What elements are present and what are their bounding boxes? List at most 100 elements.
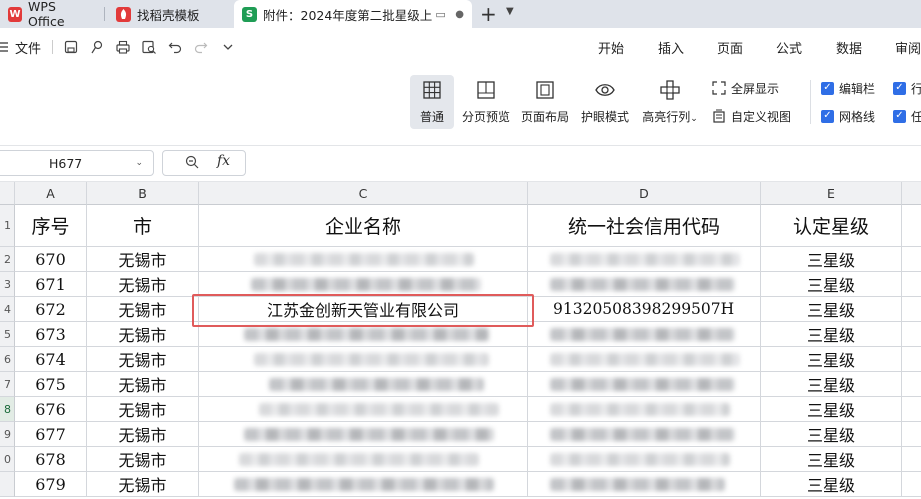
cell-level[interactable]: 三星级 xyxy=(761,347,902,372)
row-header[interactable]: 6 xyxy=(0,347,15,372)
chevron-down-icon[interactable]: ⌄ xyxy=(135,158,143,168)
cell-level[interactable]: 三星级 xyxy=(761,272,902,297)
ribbon-tab-data[interactable]: 数据 xyxy=(836,28,862,66)
cell-city[interactable]: 无锡市 xyxy=(87,272,199,297)
cell-city[interactable]: 无锡市 xyxy=(87,447,199,472)
cell-credit-code[interactable] xyxy=(528,447,761,472)
cell-level[interactable]: 三星级 xyxy=(761,422,902,447)
cell-company[interactable]: 江苏金创新天管业有限公司 xyxy=(199,297,528,322)
header-cell-city[interactable]: 市 xyxy=(87,205,199,247)
highlight-row-column-button[interactable]: 高亮行列⌄ xyxy=(638,75,702,129)
cell-seq[interactable]: 676 xyxy=(15,397,87,422)
row-header[interactable]: 3 xyxy=(0,272,15,297)
empty-cell[interactable] xyxy=(902,397,921,422)
cell-company[interactable] xyxy=(199,372,528,397)
unsaved-dot-icon[interactable]: ● xyxy=(455,9,464,20)
spreadsheet-grid[interactable]: A B C D E 1 序号市企业名称 统一社会信用代码 认定星级 2 670 无锡市 三星级… xyxy=(0,182,921,499)
cell-credit-code[interactable] xyxy=(528,372,761,397)
cell-credit-code[interactable] xyxy=(528,472,761,497)
cell-level[interactable]: 三星级 xyxy=(761,322,902,347)
cell-city[interactable]: 无锡市 xyxy=(87,472,199,497)
cell-seq[interactable]: 678 xyxy=(15,447,87,472)
file-menu[interactable]: 文件 xyxy=(15,28,41,66)
cell-company[interactable] xyxy=(199,322,528,347)
cell-city[interactable]: 无锡市 xyxy=(87,397,199,422)
column-header-f[interactable] xyxy=(902,182,921,205)
cell-company[interactable] xyxy=(199,247,528,272)
select-all-corner[interactable] xyxy=(0,182,15,205)
row-header[interactable]: 0 xyxy=(0,447,15,472)
column-header-a[interactable]: A xyxy=(15,182,87,205)
empty-cell[interactable] xyxy=(902,472,921,497)
cell-company[interactable] xyxy=(199,472,528,497)
cell-seq[interactable]: 670 xyxy=(15,247,87,272)
cell-credit-code[interactable] xyxy=(528,247,761,272)
empty-cell[interactable] xyxy=(902,372,921,397)
cell-credit-code[interactable] xyxy=(528,422,761,447)
save-icon[interactable] xyxy=(63,39,79,55)
empty-cell[interactable] xyxy=(902,322,921,347)
header-cell-seq[interactable]: 序号 xyxy=(15,205,87,247)
row-header[interactable]: 4 xyxy=(0,297,15,322)
cell-company[interactable] xyxy=(199,347,528,372)
cell-credit-code[interactable]: 91320508398299507H xyxy=(528,297,761,322)
eye-protection-button[interactable]: 护眼模式 xyxy=(578,75,632,129)
header-cell-credit-code[interactable]: 统一社会信用代码 xyxy=(528,205,761,247)
cell-company[interactable] xyxy=(199,422,528,447)
zoom-search-icon[interactable] xyxy=(185,155,199,173)
cell-seq[interactable]: 672 xyxy=(15,297,87,322)
cell-credit-code[interactable] xyxy=(528,397,761,422)
empty-cell[interactable] xyxy=(902,447,921,472)
cell-level[interactable]: 三星级 xyxy=(761,447,902,472)
chevron-down-icon[interactable]: ▼ xyxy=(506,6,514,17)
task-pane-checkbox[interactable]: ✓ 任 xyxy=(893,107,921,125)
row-column-header-checkbox[interactable]: ✓ 行 xyxy=(893,79,921,97)
cell-seq[interactable]: 673 xyxy=(15,322,87,347)
row-header[interactable]: 1 xyxy=(0,205,15,247)
normal-view-button[interactable]: 普通 xyxy=(410,75,454,129)
ribbon-tab-home[interactable]: 开始 xyxy=(598,28,624,66)
cell-credit-code[interactable] xyxy=(528,272,761,297)
cell-city[interactable]: 无锡市 xyxy=(87,297,199,322)
share-icon[interactable] xyxy=(89,39,105,55)
empty-cell[interactable] xyxy=(902,272,921,297)
header-cell-level[interactable]: 认定星级 xyxy=(761,205,902,247)
empty-cell[interactable] xyxy=(902,347,921,372)
header-cell-company[interactable]: 企业名称 xyxy=(199,205,528,247)
gridlines-checkbox[interactable]: ✓ 网格线 xyxy=(821,107,875,125)
empty-cell[interactable] xyxy=(902,422,921,447)
cell-level[interactable]: 三星级 xyxy=(761,372,902,397)
ribbon-tab-page[interactable]: 页面 xyxy=(717,28,743,66)
more-options-chevron-icon[interactable] xyxy=(220,39,236,55)
cell-company[interactable] xyxy=(199,447,528,472)
name-box[interactable]: H677 ⌄ xyxy=(0,150,154,176)
ribbon-tab-formula[interactable]: 公式 xyxy=(776,28,802,66)
new-tab-icon[interactable]: + xyxy=(480,2,497,26)
formula-bar-checkbox[interactable]: ✓ 编辑栏 xyxy=(821,79,875,97)
empty-cell[interactable] xyxy=(902,297,921,322)
empty-cell[interactable] xyxy=(902,247,921,272)
row-header[interactable]: 8 xyxy=(0,397,15,422)
row-header[interactable]: 5 xyxy=(0,322,15,347)
ribbon-tab-insert[interactable]: 插入 xyxy=(658,28,684,66)
cell-city[interactable]: 无锡市 xyxy=(87,422,199,447)
cell-level[interactable]: 三星级 xyxy=(761,247,902,272)
fullscreen-button[interactable]: 全屏显示 xyxy=(712,79,779,97)
column-header-b[interactable]: B xyxy=(87,182,199,205)
print-icon[interactable] xyxy=(115,39,131,55)
print-preview-icon[interactable] xyxy=(141,39,157,55)
cell-credit-code[interactable] xyxy=(528,347,761,372)
cell-city[interactable]: 无锡市 xyxy=(87,247,199,272)
row-header[interactable]: 7 xyxy=(0,372,15,397)
row-header[interactable]: 2 xyxy=(0,247,15,272)
column-header-d[interactable]: D xyxy=(528,182,761,205)
cell-city[interactable]: 无锡市 xyxy=(87,347,199,372)
page-layout-button[interactable]: 页面布局 xyxy=(518,75,572,129)
tab-attachment[interactable]: S 附件：2024年度第二批星级上 ▭ ● xyxy=(234,0,472,28)
ribbon-tab-review[interactable]: 审阅 xyxy=(895,28,921,66)
cell-city[interactable]: 无锡市 xyxy=(87,322,199,347)
cell-company[interactable] xyxy=(199,397,528,422)
cell-company[interactable] xyxy=(199,272,528,297)
cell-level[interactable]: 三星级 xyxy=(761,397,902,422)
tab-wps-office[interactable]: W WPS Office xyxy=(0,0,100,29)
